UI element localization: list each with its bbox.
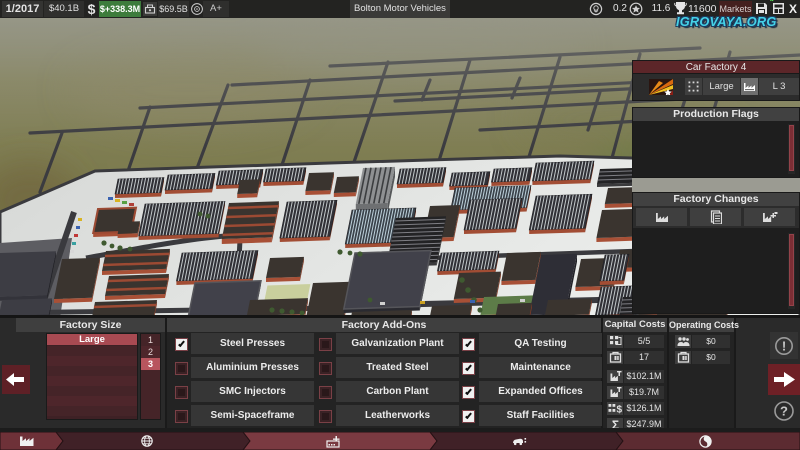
- svg-text:?: ?: [780, 404, 788, 419]
- svg-text:$: $: [616, 405, 622, 416]
- svg-text:!: !: [782, 339, 786, 354]
